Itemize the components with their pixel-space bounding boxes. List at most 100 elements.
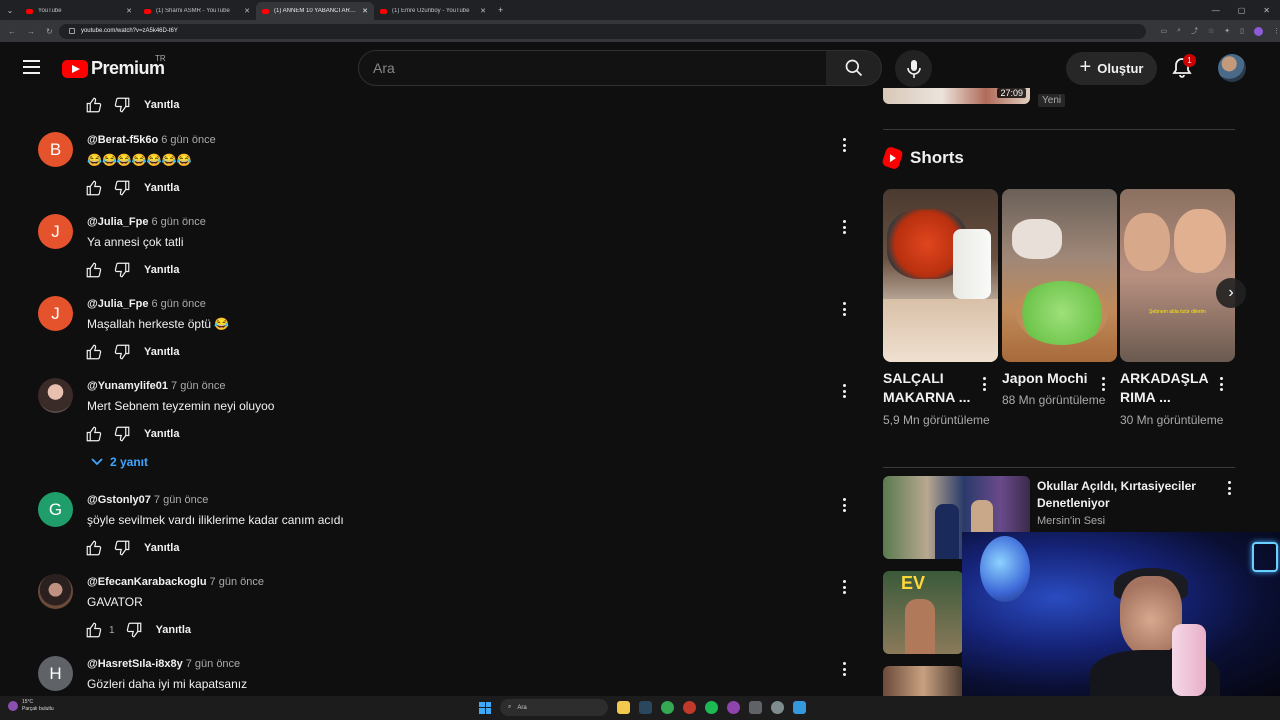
- create-button[interactable]: + Oluştur: [1066, 52, 1157, 85]
- comment-author[interactable]: @Berat-f5k6o: [87, 134, 158, 146]
- zoom-icon[interactable]: ⌕: [1177, 27, 1181, 35]
- short-card[interactable]: Şebnem abla özür dilerim ARKADAŞLA RIMA …: [1120, 189, 1235, 427]
- bookmark-star-icon[interactable]: ☆: [1208, 27, 1214, 35]
- video-title[interactable]: Okullar Açıldı, Kırtasiyeciler Denetleni…: [1037, 478, 1213, 512]
- file-explorer-icon[interactable]: [617, 701, 630, 714]
- thumbs-up-icon[interactable]: [85, 621, 103, 639]
- shorts-next-arrow-icon[interactable]: ›: [1216, 278, 1246, 308]
- thumbs-up-icon[interactable]: [85, 96, 103, 114]
- comment-time[interactable]: 7 gün önce: [154, 494, 208, 506]
- thumbs-down-icon[interactable]: [125, 621, 143, 639]
- close-tab-icon[interactable]: ✕: [480, 7, 486, 15]
- extensions-icon[interactable]: ✦: [1224, 27, 1230, 35]
- commenter-avatar[interactable]: H: [38, 656, 73, 691]
- video-thumbnail[interactable]: [883, 666, 963, 696]
- comment-more-icon[interactable]: [836, 137, 852, 153]
- app-icon[interactable]: [793, 701, 806, 714]
- comment-more-icon[interactable]: [836, 497, 852, 513]
- short-more-icon[interactable]: [979, 377, 989, 391]
- thumbs-down-icon[interactable]: [113, 261, 131, 279]
- new-tab-icon[interactable]: +: [492, 5, 509, 15]
- commenter-avatar[interactable]: [38, 378, 73, 413]
- reply-button[interactable]: Yanıtla: [156, 624, 191, 636]
- comment-author[interactable]: @HasretSıla-i8x8y: [87, 658, 183, 670]
- cast-icon[interactable]: ▭: [1160, 27, 1167, 35]
- forward-icon[interactable]: →: [27, 27, 35, 36]
- comment-more-icon[interactable]: [836, 383, 852, 399]
- short-title[interactable]: Japon Mochi: [1002, 369, 1097, 388]
- short-title[interactable]: SALÇALI MAKARNA ...: [883, 369, 973, 407]
- thumbs-up-icon[interactable]: [85, 425, 103, 443]
- address-bar[interactable]: youtube.com/watch?v=zA5k46D-t6Y: [58, 23, 1147, 39]
- short-more-icon[interactable]: [1216, 377, 1226, 391]
- comment-more-icon[interactable]: [836, 301, 852, 317]
- short-title[interactable]: ARKADAŞLA RIMA ...: [1120, 369, 1210, 407]
- commenter-avatar[interactable]: J: [38, 214, 73, 249]
- maximize-icon[interactable]: ▢: [1238, 6, 1246, 15]
- sidebar-icon[interactable]: ▯: [1240, 27, 1244, 35]
- reply-button[interactable]: Yanıtla: [144, 346, 179, 358]
- comment-time[interactable]: 7 gün önce: [171, 380, 225, 392]
- reply-button[interactable]: Yanıtla: [144, 182, 179, 194]
- comment-time[interactable]: 7 gün önce: [186, 658, 240, 670]
- thumbs-up-icon[interactable]: [85, 539, 103, 557]
- search-input[interactable]: Ara: [358, 50, 828, 86]
- thumbs-down-icon[interactable]: [113, 179, 131, 197]
- opera-icon[interactable]: [683, 701, 696, 714]
- commenter-avatar[interactable]: G: [38, 492, 73, 527]
- comment-author[interactable]: @Yunamylife01: [87, 380, 168, 392]
- site-info-icon[interactable]: [68, 28, 75, 34]
- video-thumbnail[interactable]: EV: [883, 571, 963, 654]
- reload-icon[interactable]: ↻: [46, 27, 53, 36]
- comment-author[interactable]: @Julia_Fpe: [87, 298, 148, 310]
- short-card[interactable]: SALÇALI MAKARNA ... 5,9 Mn görüntüleme: [883, 189, 998, 427]
- close-tab-icon[interactable]: ✕: [362, 7, 368, 15]
- comment-more-icon[interactable]: [836, 579, 852, 595]
- thumbs-down-icon[interactable]: [113, 343, 131, 361]
- short-thumbnail[interactable]: [883, 189, 998, 362]
- close-tab-icon[interactable]: ✕: [126, 7, 132, 15]
- short-card[interactable]: Japon Mochi 88 Mn görüntüleme: [1002, 189, 1117, 407]
- channel-name[interactable]: Mersin'in Sesi: [1037, 515, 1105, 527]
- commenter-avatar[interactable]: B: [38, 132, 73, 167]
- comment-time[interactable]: 6 gün önce: [151, 216, 205, 228]
- thumbs-up-icon[interactable]: [85, 343, 103, 361]
- browser-tab[interactable]: (1) Sharni ASMR - YouTube ✕: [138, 2, 256, 20]
- short-thumbnail[interactable]: [1002, 189, 1117, 362]
- app-icon[interactable]: [727, 701, 740, 714]
- menu-hamburger-icon[interactable]: [23, 60, 40, 74]
- close-tab-icon[interactable]: ✕: [244, 7, 250, 15]
- short-more-icon[interactable]: [1098, 377, 1108, 391]
- browser-profile-avatar[interactable]: [1254, 26, 1263, 36]
- show-replies-button[interactable]: 2 yanıt: [90, 455, 148, 469]
- reply-button[interactable]: Yanıtla: [144, 428, 179, 440]
- commenter-avatar[interactable]: J: [38, 296, 73, 331]
- browser-tab[interactable]: YouTube ✕: [20, 2, 138, 20]
- spotify-icon[interactable]: [705, 701, 718, 714]
- reply-button[interactable]: Yanıtla: [144, 264, 179, 276]
- back-icon[interactable]: ←: [8, 27, 16, 36]
- weather-widget[interactable]: 15°C Parçalı bulutlu: [8, 699, 54, 713]
- tab-search-icon[interactable]: ⌄: [0, 0, 20, 20]
- thumbs-up-icon[interactable]: [85, 261, 103, 279]
- windows-start-icon[interactable]: [479, 701, 491, 714]
- comment-author[interactable]: @Gstonly07: [87, 494, 151, 506]
- account-avatar[interactable]: [1218, 54, 1246, 82]
- steam-icon[interactable]: [639, 701, 652, 714]
- reply-button[interactable]: Yanıtla: [144, 99, 179, 111]
- reply-button[interactable]: Yanıtla: [144, 542, 179, 554]
- commenter-avatar[interactable]: [38, 574, 73, 609]
- minimize-icon[interactable]: —: [1212, 6, 1220, 15]
- voice-search-button[interactable]: [895, 50, 932, 87]
- settings-icon[interactable]: [749, 701, 762, 714]
- video-thumbnail[interactable]: 27:09: [883, 88, 1030, 104]
- taskbar-search[interactable]: ⌕ Ara: [500, 699, 608, 716]
- share-icon[interactable]: ⤴: [1191, 26, 1198, 36]
- browser-tab[interactable]: (1) Emre Uzunboy - YouTube ✕: [374, 2, 492, 20]
- comment-author[interactable]: @Julia_Fpe: [87, 216, 148, 228]
- browser-tab-active[interactable]: (1) ANNEM 10 YABANCI ARASI ✕: [256, 2, 374, 20]
- close-window-icon[interactable]: ✕: [1263, 6, 1270, 15]
- comment-time[interactable]: 7 gün önce: [210, 576, 264, 588]
- comment-more-icon[interactable]: [836, 219, 852, 235]
- youtube-premium-logo[interactable]: Premium: [62, 58, 165, 79]
